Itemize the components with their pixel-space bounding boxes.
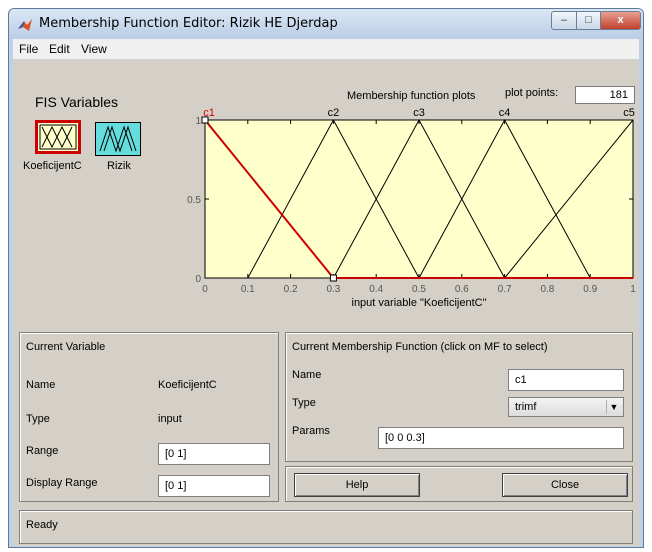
y-tick-label: 1: [195, 116, 201, 127]
variable-name-value: KoeficijentC: [158, 379, 217, 391]
membership-function-editor-window: Membership Function Editor: Rizik HE Dje…: [8, 8, 644, 548]
x-tick-label: 0.6: [455, 284, 469, 295]
menu-bar: File Edit View: [13, 39, 639, 60]
current-variable-title: Current Variable: [26, 341, 106, 353]
minimize-icon: –: [560, 14, 568, 26]
mf-name-label: Name: [292, 369, 322, 381]
mf-vertex-handle[interactable]: [329, 274, 337, 282]
mf-label-c5[interactable]: c5: [623, 107, 635, 119]
x-axis-label: input variable "KoeficijentC": [352, 297, 487, 309]
x-tick-label: 0.5: [412, 284, 426, 295]
range-input[interactable]: [0 1]: [158, 443, 270, 465]
mf-type-value: trimf: [515, 401, 537, 413]
mf-type-select[interactable]: trimf ▼: [508, 397, 624, 417]
mf-vertex-handle[interactable]: [201, 116, 209, 124]
maximize-button[interactable]: □: [576, 11, 601, 30]
mf-name-input[interactable]: c1: [508, 369, 624, 391]
close-icon: x: [617, 14, 624, 26]
help-button[interactable]: Help: [294, 473, 420, 497]
mf-label-c2[interactable]: c2: [328, 107, 340, 119]
mf-type-label: Type: [292, 397, 316, 409]
close-button[interactable]: Close: [502, 473, 628, 497]
x-tick-label: 0.8: [540, 284, 554, 295]
variable-name-label: Name: [26, 379, 56, 391]
range-label: Range: [26, 445, 59, 457]
minimize-button[interactable]: –: [551, 11, 577, 30]
matlab-logo-icon: [18, 19, 32, 31]
mf-label-c3[interactable]: c3: [413, 107, 425, 119]
current-mf-panel: Current Membership Function (click on MF…: [285, 332, 633, 462]
y-tick-label: 0: [195, 274, 201, 285]
display-range-input[interactable]: [0 1]: [158, 475, 270, 497]
x-tick-label: 0.9: [583, 284, 597, 295]
menu-file[interactable]: File: [19, 42, 38, 56]
display-range-label: Display Range: [26, 477, 98, 489]
x-tick-label: 1: [630, 284, 636, 295]
x-tick-label: 0: [202, 284, 208, 295]
current-mf-title: Current Membership Function (click on MF…: [292, 341, 548, 353]
current-variable-panel: Current Variable Name KoeficijentC Type …: [19, 332, 279, 502]
x-tick-label: 0.2: [284, 284, 298, 295]
membership-function-plot[interactable]: 0 0.1 0.2 0.3 0.4 0.5 0.6 0.7 0.8 0.9 1 0 0.5 1 c2 c3 c4…: [13, 60, 639, 330]
x-tick-label: 0.3: [326, 284, 340, 295]
buttons-panel: Help Close: [285, 466, 633, 502]
status-bar: Ready: [19, 510, 633, 544]
y-tick-label: 0.5: [187, 195, 201, 206]
variable-type-value: input: [158, 413, 182, 425]
editor-client-area: FIS Variables KoeficijentC Rizik Members…: [13, 60, 639, 546]
variable-type-label: Type: [26, 413, 50, 425]
x-tick-label: 0.4: [369, 284, 383, 295]
x-tick-label: 0.7: [498, 284, 512, 295]
menu-edit[interactable]: Edit: [49, 42, 70, 56]
window-title: Membership Function Editor: Rizik HE Dje…: [39, 16, 338, 31]
status-text: Ready: [26, 519, 58, 531]
chevron-down-icon: ▼: [606, 400, 621, 414]
title-bar: Membership Function Editor: Rizik HE Dje…: [9, 9, 643, 39]
close-window-button[interactable]: x: [600, 11, 641, 30]
menu-view[interactable]: View: [81, 42, 107, 56]
maximize-icon: □: [585, 14, 592, 26]
params-input[interactable]: [0 0 0.3]: [378, 427, 624, 449]
mf-label-c4[interactable]: c4: [499, 107, 511, 119]
x-tick-label: 0.1: [241, 284, 255, 295]
params-label: Params: [292, 425, 330, 437]
